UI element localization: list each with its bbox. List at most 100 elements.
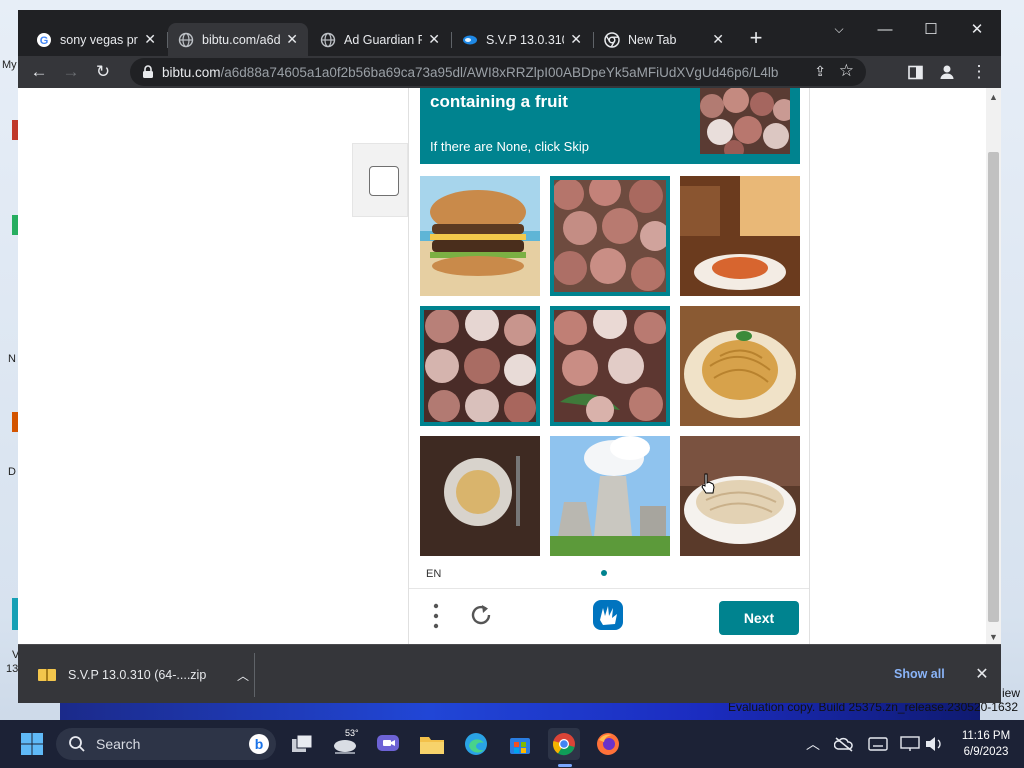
challenge-tile-7[interactable] — [420, 436, 540, 556]
pasta-bowl-dark-image — [420, 436, 540, 556]
more-options-icon[interactable] — [431, 602, 441, 630]
store-icon[interactable] — [504, 728, 536, 760]
system-clock[interactable]: 11:16 PM 6/9/2023 — [956, 728, 1016, 760]
chrome-taskbar-icon[interactable] — [548, 728, 580, 760]
zip-file-icon — [38, 669, 56, 681]
pasta-image — [680, 306, 800, 426]
challenge-header: containing a fruit If there are None, cl… — [420, 88, 800, 164]
task-view-icon[interactable] — [286, 728, 318, 760]
taskbar: Search b 53° ︿ 11:16 PM 6/9/2023 — [0, 720, 1024, 768]
active-app-indicator — [558, 764, 572, 767]
window-close-button[interactable]: ✕ — [954, 14, 1000, 44]
close-icon[interactable]: ✕ — [286, 31, 298, 48]
cloud-offline-icon[interactable] — [832, 728, 856, 760]
challenge-tile-4[interactable] — [420, 306, 540, 426]
scroll-down-arrow-icon[interactable]: ▼ — [989, 632, 998, 642]
lock-icon[interactable] — [142, 65, 154, 79]
show-all-button[interactable]: Show all — [888, 663, 951, 685]
url-host: bibtu.com — [162, 64, 221, 80]
challenge-tile-6[interactable] — [680, 306, 800, 426]
more-menu-icon[interactable]: ⋮ — [966, 59, 992, 85]
challenge-tile-8[interactable] — [550, 436, 670, 556]
file-explorer-icon[interactable] — [416, 728, 448, 760]
tab-title: Ad Guardian F — [344, 32, 422, 47]
lychee-image — [420, 306, 540, 426]
close-icon[interactable]: ✕ — [712, 31, 724, 48]
download-item[interactable]: S.V.P 13.0.310 (64-....zip ︿ — [28, 655, 253, 695]
download-file-name: S.V.P 13.0.310 (64-....zip — [68, 668, 207, 682]
back-button[interactable]: ← — [26, 59, 52, 85]
desktop-icon-label[interactable]: D — [8, 466, 16, 478]
desktop-icon-label[interactable]: My — [2, 59, 17, 71]
download-bar: S.V.P 13.0.310 (64-....zip ︿ Show all ✕ — [18, 644, 1001, 703]
edge-icon[interactable] — [460, 728, 492, 760]
pasta-bowl-image — [680, 436, 800, 556]
tab-svp[interactable]: S.V.P 13.0.310 ✕ — [452, 23, 592, 56]
bookmark-star-icon[interactable]: ☆ — [839, 61, 854, 81]
example-image — [700, 88, 790, 154]
captcha-checkbox-panel — [352, 143, 408, 217]
profile-icon[interactable] — [934, 59, 960, 85]
page-viewport: containing a fruit If there are None, cl… — [18, 88, 1001, 644]
challenge-title: containing a fruit — [430, 92, 568, 111]
weather-temp: 53° — [345, 728, 359, 738]
scroll-thumb[interactable] — [988, 152, 999, 622]
firefox-icon[interactable] — [592, 728, 624, 760]
keyboard-icon[interactable] — [866, 728, 890, 760]
windows-start-icon[interactable] — [16, 728, 48, 760]
challenge-tile-3[interactable] — [680, 176, 800, 296]
address-bar[interactable]: bibtu.com /a6d88a74605a1a0f2b56ba69ca73a… — [130, 58, 866, 86]
language-selector[interactable]: EN — [426, 568, 441, 580]
taskbar-search[interactable]: Search b — [56, 728, 276, 760]
tab-title: bibtu.com/a6d — [202, 32, 280, 47]
lychee-image — [550, 176, 670, 296]
tab-new-tab[interactable]: New Tab ✕ — [594, 23, 734, 56]
chevron-up-icon[interactable]: ︿ — [237, 667, 249, 684]
url-path: /a6d88a74605a1a0f2b56ba69ca73a95dl/AWI8x… — [220, 64, 779, 80]
google-icon: G — [36, 32, 52, 48]
new-tab-button[interactable]: + — [742, 24, 770, 52]
volume-icon[interactable] — [922, 728, 946, 760]
forward-button[interactable]: → — [58, 59, 84, 85]
refresh-challenge-icon[interactable] — [467, 601, 495, 629]
captcha-checkbox[interactable] — [369, 166, 399, 196]
close-icon[interactable]: ✕ — [428, 31, 440, 48]
close-download-bar-icon[interactable]: ✕ — [971, 663, 993, 685]
reload-button[interactable]: ↻ — [90, 59, 116, 85]
meet-chat-icon[interactable] — [372, 728, 404, 760]
tab-title: sony vegas pr — [60, 32, 138, 47]
desktop-icon-label[interactable]: N — [8, 353, 16, 365]
chrome-icon — [604, 31, 620, 48]
challenge-tile-9[interactable] — [680, 436, 800, 556]
clock-date: 6/9/2023 — [963, 746, 1009, 758]
minimize-button[interactable]: — — [862, 14, 908, 44]
share-icon[interactable]: ⇪ — [814, 63, 826, 80]
tab-search-button[interactable]: ⌵ — [816, 14, 862, 44]
scroll-up-arrow-icon[interactable]: ▲ — [989, 92, 998, 102]
page-scrollbar[interactable]: ▲ ▼ — [986, 88, 1001, 644]
challenge-subtitle: If there are None, click Skip — [430, 139, 589, 154]
maximize-button[interactable]: ☐ — [908, 14, 954, 44]
svp-icon — [462, 32, 478, 48]
hcaptcha-logo-icon[interactable] — [591, 598, 625, 632]
search-placeholder: Search — [96, 736, 141, 752]
chevron-up-icon[interactable]: ︿ — [806, 734, 820, 754]
tab-title: S.V.P 13.0.310 — [486, 32, 564, 47]
browser-toolbar: ← → ↻ bibtu.com /a6d88a74605a1a0f2b56ba6… — [18, 56, 1001, 88]
search-icon — [69, 736, 85, 752]
close-icon[interactable]: ✕ — [570, 31, 582, 48]
tab-bibtu[interactable]: bibtu.com/a6d ✕ — [168, 23, 308, 56]
challenge-tile-5[interactable] — [550, 306, 670, 426]
challenge-tile-2[interactable] — [550, 176, 670, 296]
desktop-icon-label[interactable]: 13 — [6, 663, 18, 675]
close-icon[interactable]: ✕ — [144, 31, 156, 48]
side-panel-icon[interactable] — [902, 59, 928, 85]
tab-sony-vegas[interactable]: G sony vegas pr ✕ — [26, 23, 166, 56]
tab-ad-guardian[interactable]: Ad Guardian F ✕ — [310, 23, 450, 56]
hand-cursor-icon — [701, 473, 715, 494]
bing-icon[interactable]: b — [248, 733, 270, 755]
display-icon[interactable] — [898, 728, 922, 760]
challenge-tile-1[interactable] — [420, 176, 540, 296]
browser-window: G sony vegas pr ✕ bibtu.com/a6d ✕ Ad Gua… — [18, 10, 1001, 703]
next-button[interactable]: Next — [719, 601, 799, 635]
